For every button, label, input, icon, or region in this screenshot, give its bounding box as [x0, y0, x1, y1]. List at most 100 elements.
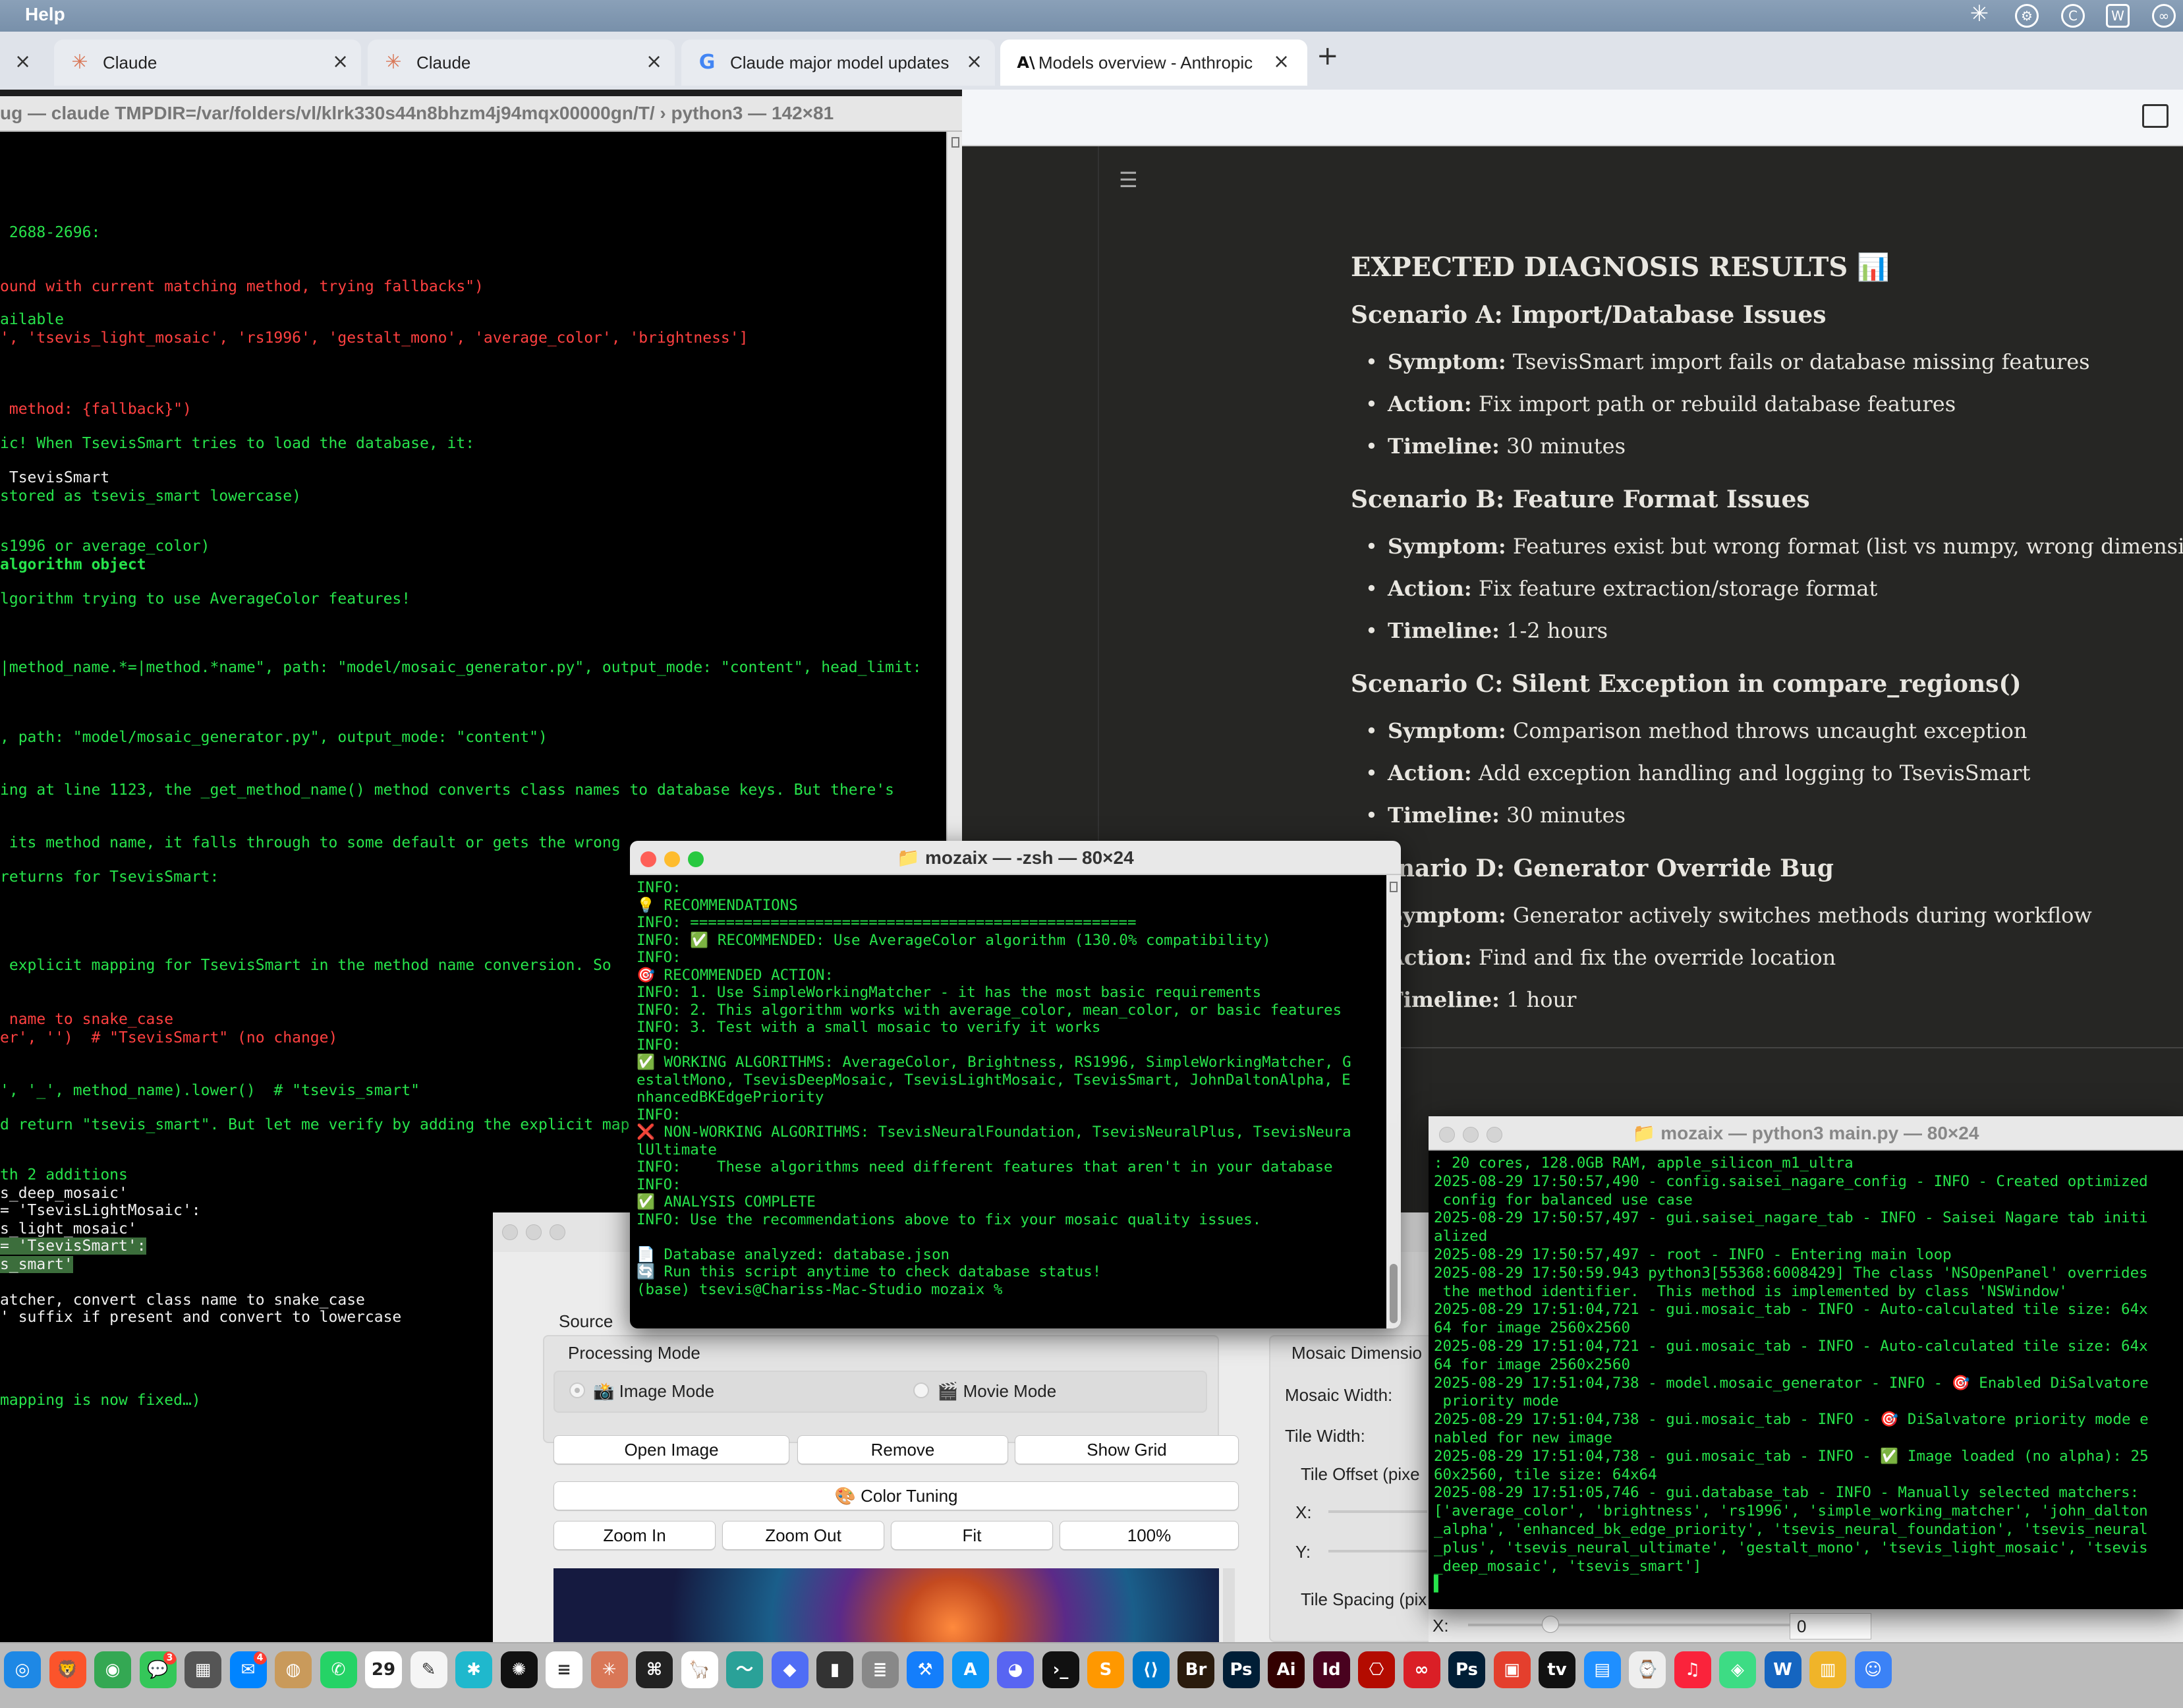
dock-safari-icon[interactable]: ◎ [4, 1651, 41, 1688]
dock-notes-icon[interactable]: ▥ [1809, 1651, 1846, 1688]
movie-mode-label[interactable]: 🎬 Movie Mode [937, 1381, 1056, 1402]
terminal-line: INFO: [637, 949, 681, 966]
open-image-button[interactable]: Open Image [553, 1435, 789, 1464]
dock-terminal-alt-icon[interactable]: ⌘ [636, 1651, 673, 1688]
close-icon[interactable]: × [966, 50, 982, 73]
slider-handle[interactable] [1542, 1616, 1559, 1633]
new-tab-button[interactable]: + [1317, 41, 1339, 71]
toc-icon[interactable]: ☰ [1119, 167, 1141, 192]
remove-button[interactable]: Remove [797, 1435, 1008, 1464]
dock-chatgpt-icon[interactable]: ✺ [500, 1651, 538, 1688]
zoom-window-button[interactable] [550, 1224, 565, 1240]
dock-contacts-icon[interactable]: ◍ [275, 1651, 312, 1688]
dock-messenger-icon[interactable]: ✉ 4 [229, 1651, 267, 1688]
dock-claude-icon[interactable]: ✳ [590, 1651, 628, 1688]
minimize-window-button[interactable] [526, 1224, 542, 1240]
tab-models-overview[interactable]: A\ Models overview - Anthropic × [1000, 40, 1307, 86]
chatgpt-status-icon[interactable]: ⚙ [2015, 4, 2039, 28]
close-icon[interactable]: × [332, 50, 349, 73]
preview-scrollbar[interactable] [1223, 1568, 1235, 1642]
dock-whatsapp-icon[interactable]: ✆ [320, 1651, 357, 1688]
dock-app-store-icon[interactable]: A [951, 1651, 989, 1688]
scroll-knob[interactable] [1390, 1264, 1398, 1323]
dock-vs-code-icon[interactable]: ⟨⟩ [1132, 1651, 1170, 1688]
spacing-x-input[interactable]: 0 [1790, 1613, 1871, 1639]
dock-calculator-icon[interactable]: ▦ [184, 1651, 221, 1688]
dock-textedit-icon[interactable]: ✎ [410, 1651, 447, 1688]
close-window-button[interactable] [502, 1224, 518, 1240]
dock-xcode-icon[interactable]: ⚒ [907, 1651, 944, 1688]
color-tuning-button[interactable]: 🎨 Color Tuning [553, 1481, 1239, 1510]
movie-mode-radio[interactable] [913, 1382, 929, 1398]
dock-office-icon[interactable]: ▣ [1493, 1651, 1531, 1688]
tab-source[interactable]: Source [559, 1311, 613, 1332]
python-terminal-window[interactable]: 📁 mozaix — python3 main.py — 80×24 : 20 … [1429, 1116, 2183, 1609]
dock-w-icon[interactable]: W [1764, 1651, 1801, 1688]
dock-chrome-icon[interactable]: ◉ [94, 1651, 131, 1688]
zsh-titlebar[interactable]: 📁 mozaix — -zsh — 80×24 [630, 841, 1401, 875]
minimize-window-button[interactable] [664, 851, 680, 867]
dock-terminal-icon[interactable]: ›_ [1042, 1651, 1079, 1688]
minimize-window-button[interactable] [1463, 1127, 1479, 1143]
spacing-x-slider[interactable] [1468, 1624, 1837, 1626]
dock-discord-icon[interactable]: ◕ [997, 1651, 1034, 1688]
dock-notion-icon[interactable]: ≡ [546, 1651, 582, 1688]
dock-avatar-icon[interactable]: ☺ [1854, 1651, 1892, 1688]
close-icon[interactable]: × [14, 50, 31, 73]
dock-activity-icon[interactable]: 〜 [726, 1651, 763, 1688]
dock-creative-cloud-icon[interactable]: ∞ [1403, 1651, 1440, 1688]
zoom-in-button[interactable]: Zoom In [553, 1521, 716, 1550]
dock-clock-icon[interactable]: ⌚ [1629, 1651, 1666, 1688]
tab-claude-1[interactable]: ✳ Claude × [54, 40, 361, 86]
dock-finder-alt-icon[interactable]: ▮ [816, 1651, 853, 1688]
terminal-titlebar[interactable]: ug — claude TMPDIR=/var/folders/vl/klrk3… [0, 96, 962, 132]
zoom-window-button[interactable] [688, 851, 704, 867]
install-app-icon[interactable] [2142, 104, 2169, 128]
dock-sublime-icon[interactable]: S [1087, 1651, 1124, 1688]
sync-status-icon[interactable]: C [2061, 4, 2085, 28]
close-icon[interactable]: × [1273, 50, 1290, 73]
dock-ai-icon[interactable]: Ai [1268, 1651, 1305, 1688]
dock-apple-tv-icon[interactable]: tv [1539, 1651, 1575, 1688]
dock-id-icon[interactable]: Id [1313, 1651, 1350, 1688]
dock-cube-icon[interactable]: ◆ [771, 1651, 808, 1688]
fit-button[interactable]: Fit [891, 1521, 1053, 1550]
dock-acrobat-icon[interactable]: ⎔ [1358, 1651, 1395, 1688]
scenario-item-label: Symptom: [1388, 903, 1506, 928]
offset-x-slider[interactable] [1328, 1510, 1427, 1513]
zoom-100-button[interactable]: 100% [1060, 1521, 1239, 1550]
show-grid-button[interactable]: Show Grid [1015, 1435, 1239, 1464]
tab-claude-2[interactable]: ✳ Claude × [368, 40, 675, 86]
help-menu[interactable]: Help [25, 4, 65, 25]
zoom-out-button[interactable]: Zoom Out [722, 1521, 884, 1550]
close-window-button[interactable] [1439, 1127, 1455, 1143]
w-status-icon[interactable]: W [2106, 4, 2130, 28]
image-mode-radio[interactable] [569, 1382, 585, 1398]
creative-cloud-icon[interactable]: ∞ [2152, 4, 2176, 28]
dock-music-icon[interactable]: ♫ [1674, 1651, 1711, 1688]
dock-brave-icon[interactable]: 🦁 [49, 1651, 86, 1688]
source-image-preview[interactable] [553, 1568, 1219, 1642]
dock-database-icon[interactable]: ≣ [861, 1651, 899, 1688]
dock-calendar-icon[interactable]: 29 [365, 1651, 402, 1688]
zsh-scrollbar[interactable] [1386, 875, 1401, 1328]
python-titlebar[interactable]: 📁 mozaix — python3 main.py — 80×24 [1429, 1116, 2183, 1151]
dock-android-icon[interactable]: ◈ [1719, 1651, 1756, 1688]
scenario-list: Symptom: TsevisSmart import fails or dat… [1351, 341, 2181, 467]
image-mode-label[interactable]: 📸 Image Mode [593, 1381, 714, 1402]
zoom-window-button[interactable] [1487, 1127, 1502, 1143]
claude-status-icon[interactable]: ✳ [1968, 3, 1991, 28]
tab-partial[interactable]: × [0, 40, 46, 86]
close-icon[interactable]: × [646, 50, 662, 73]
dock-ps-icon[interactable]: Ps [1448, 1651, 1485, 1688]
dock-messages-icon[interactable]: 💬 3 [139, 1651, 177, 1688]
dock-perplexity-icon[interactable]: ✱ [455, 1651, 492, 1688]
tab-google-search[interactable]: G Claude major model updates × [681, 40, 995, 86]
dock-preview-icon[interactable]: ▤ [1583, 1651, 1621, 1688]
offset-y-slider[interactable] [1328, 1550, 1427, 1552]
dock-br-icon[interactable]: Br [1177, 1651, 1214, 1688]
close-window-button[interactable] [640, 851, 656, 867]
dock-ollama-icon[interactable]: 🦙 [681, 1651, 718, 1688]
dock-ps-icon[interactable]: Ps [1222, 1651, 1260, 1688]
zsh-terminal-window[interactable]: 📁 mozaix — -zsh — 80×24 INFO: 💡 RECOMMEND… [630, 841, 1401, 1328]
